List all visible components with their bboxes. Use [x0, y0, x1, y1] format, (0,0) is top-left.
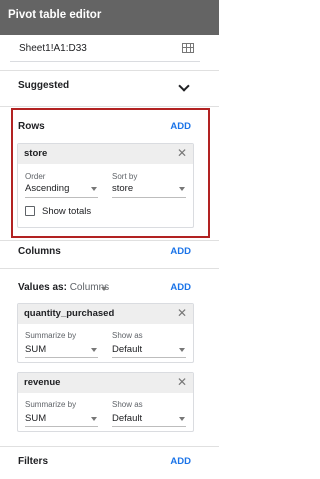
filters-add-button[interactable]: ADD: [170, 456, 191, 467]
summarize-value: SUM: [25, 413, 47, 424]
showas-value: Default: [112, 413, 143, 424]
row-field-title: store: [24, 148, 48, 159]
rows-label: Rows: [18, 121, 45, 132]
dropdown-caret-icon[interactable]: [101, 287, 107, 291]
values-label: Values as:: [18, 282, 67, 293]
editor-title: Pivot table editor: [8, 9, 102, 21]
row-field-card: store ✕ Order Ascending Sort by store Sh…: [17, 143, 194, 228]
data-range-field[interactable]: Sheet1!A1:D33: [10, 40, 200, 62]
dropdown-caret-icon: [179, 417, 185, 421]
select-underline: [25, 197, 98, 198]
divider: [0, 70, 219, 71]
columns-label: Columns: [18, 246, 61, 257]
suggested-label[interactable]: Suggested: [18, 80, 69, 91]
select-underline: [112, 426, 186, 427]
showas-label: Show as: [112, 400, 143, 409]
data-range-value: Sheet1!A1:D33: [19, 43, 87, 54]
editor-header: Pivot table editor: [0, 0, 219, 35]
divider: [0, 446, 219, 447]
close-icon[interactable]: ✕: [177, 146, 187, 160]
value-field-card-header: revenue ✕: [18, 373, 193, 393]
showas-value: Default: [112, 344, 143, 355]
show-totals-checkbox[interactable]: [25, 206, 35, 216]
value-field-title: quantity_purchased: [24, 308, 115, 319]
dropdown-caret-icon: [91, 348, 97, 352]
close-icon[interactable]: ✕: [177, 306, 187, 320]
close-icon[interactable]: ✕: [177, 375, 187, 389]
select-underline: [25, 426, 98, 427]
showas-label: Show as: [112, 331, 143, 340]
summarize-label: Summarize by: [25, 331, 77, 340]
sortby-value: store: [112, 183, 134, 194]
show-totals-label[interactable]: Show totals: [42, 206, 91, 217]
filters-label: Filters: [18, 456, 49, 467]
value-field-card-header: quantity_purchased ✕: [18, 304, 193, 324]
value-field-card: revenue ✕ Summarize by SUM Show as Defau…: [17, 372, 194, 432]
divider: [0, 240, 219, 241]
select-underline: [112, 197, 186, 198]
value-field-card: quantity_purchased ✕ Summarize by SUM Sh…: [17, 303, 194, 363]
order-label: Order: [25, 172, 46, 181]
dropdown-caret-icon: [179, 348, 185, 352]
order-value: Ascending: [25, 183, 70, 194]
row-field-card-header: store ✕: [18, 144, 193, 164]
values-as-row: Values as: Columns: [18, 282, 109, 293]
divider: [0, 106, 219, 107]
rows-add-button[interactable]: ADD: [170, 121, 191, 132]
values-add-button[interactable]: ADD: [170, 282, 191, 293]
value-field-title: revenue: [24, 377, 61, 388]
chevron-down-icon[interactable]: [178, 80, 190, 92]
summarize-value: SUM: [25, 344, 47, 355]
summarize-label: Summarize by: [25, 400, 77, 409]
select-underline: [25, 357, 98, 358]
divider: [0, 268, 219, 269]
dropdown-caret-icon: [91, 187, 97, 191]
dropdown-caret-icon: [179, 187, 185, 191]
dropdown-caret-icon: [91, 417, 97, 421]
columns-add-button[interactable]: ADD: [170, 246, 191, 257]
grid-select-icon[interactable]: [182, 43, 194, 53]
select-underline: [112, 357, 186, 358]
sortby-label: Sort by: [112, 172, 138, 181]
